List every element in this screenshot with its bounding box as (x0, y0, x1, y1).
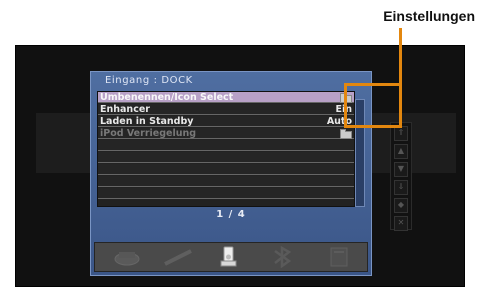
list-item-ipod-lock[interactable]: iPod Verriegelung (98, 128, 354, 139)
page-up-icon[interactable]: ⇑ (394, 126, 408, 141)
panel-title: Eingang : DOCK (105, 75, 193, 86)
list-item-label: Umbenennen/Icon Select (100, 92, 234, 103)
cable-icon[interactable] (159, 246, 199, 268)
callout-line (344, 125, 402, 128)
empty-row (98, 164, 354, 175)
settings-list: Umbenennen/Icon Select Enhancer Ein Lade… (97, 91, 355, 207)
down-arrow-icon[interactable]: ▼ (394, 162, 408, 177)
tv-screen: ⇑ ▲ ▼ ⇓ ◆ ✕ Eingang : DOCK Umbenennen/Ic… (15, 45, 465, 287)
side-navigation-strip: ⇑ ▲ ▼ ⇓ ◆ ✕ (390, 122, 412, 231)
list-item-enhancer[interactable]: Enhancer Ein (98, 104, 354, 115)
callout-label: Einstellungen (383, 8, 475, 24)
page-down-icon[interactable]: ⇓ (394, 180, 408, 195)
list-item-label: Enhancer (100, 104, 150, 115)
up-arrow-icon[interactable]: ▲ (394, 144, 408, 159)
empty-row (98, 188, 354, 199)
list-item-standby-charge[interactable]: Laden in Standby Auto (98, 116, 354, 127)
list-item-rename-icon-select[interactable]: Umbenennen/Icon Select (98, 92, 354, 103)
list-item-label: iPod Verriegelung (100, 128, 197, 139)
settings-panel: Eingang : DOCK Umbenennen/Icon Select En… (90, 71, 372, 276)
callout-line (399, 28, 402, 126)
list-item-label: Laden in Standby (100, 116, 194, 127)
empty-row (98, 176, 354, 187)
empty-row (98, 140, 354, 151)
input-icon-bar (94, 242, 368, 272)
callout-line (344, 83, 402, 86)
close-icon[interactable]: ✕ (394, 216, 408, 231)
empty-row (98, 152, 354, 163)
list-scrollbar[interactable] (355, 99, 365, 207)
bluetooth-icon[interactable] (263, 246, 303, 268)
option-icon[interactable]: ◆ (394, 198, 408, 213)
folder-icon (340, 129, 352, 139)
optical-disc-icon[interactable] (107, 246, 147, 268)
callout-bracket (344, 83, 347, 128)
page-indicator: 1 / 4 (216, 209, 246, 220)
ipod-dock-icon[interactable] (209, 246, 249, 268)
network-icon[interactable] (317, 246, 357, 268)
